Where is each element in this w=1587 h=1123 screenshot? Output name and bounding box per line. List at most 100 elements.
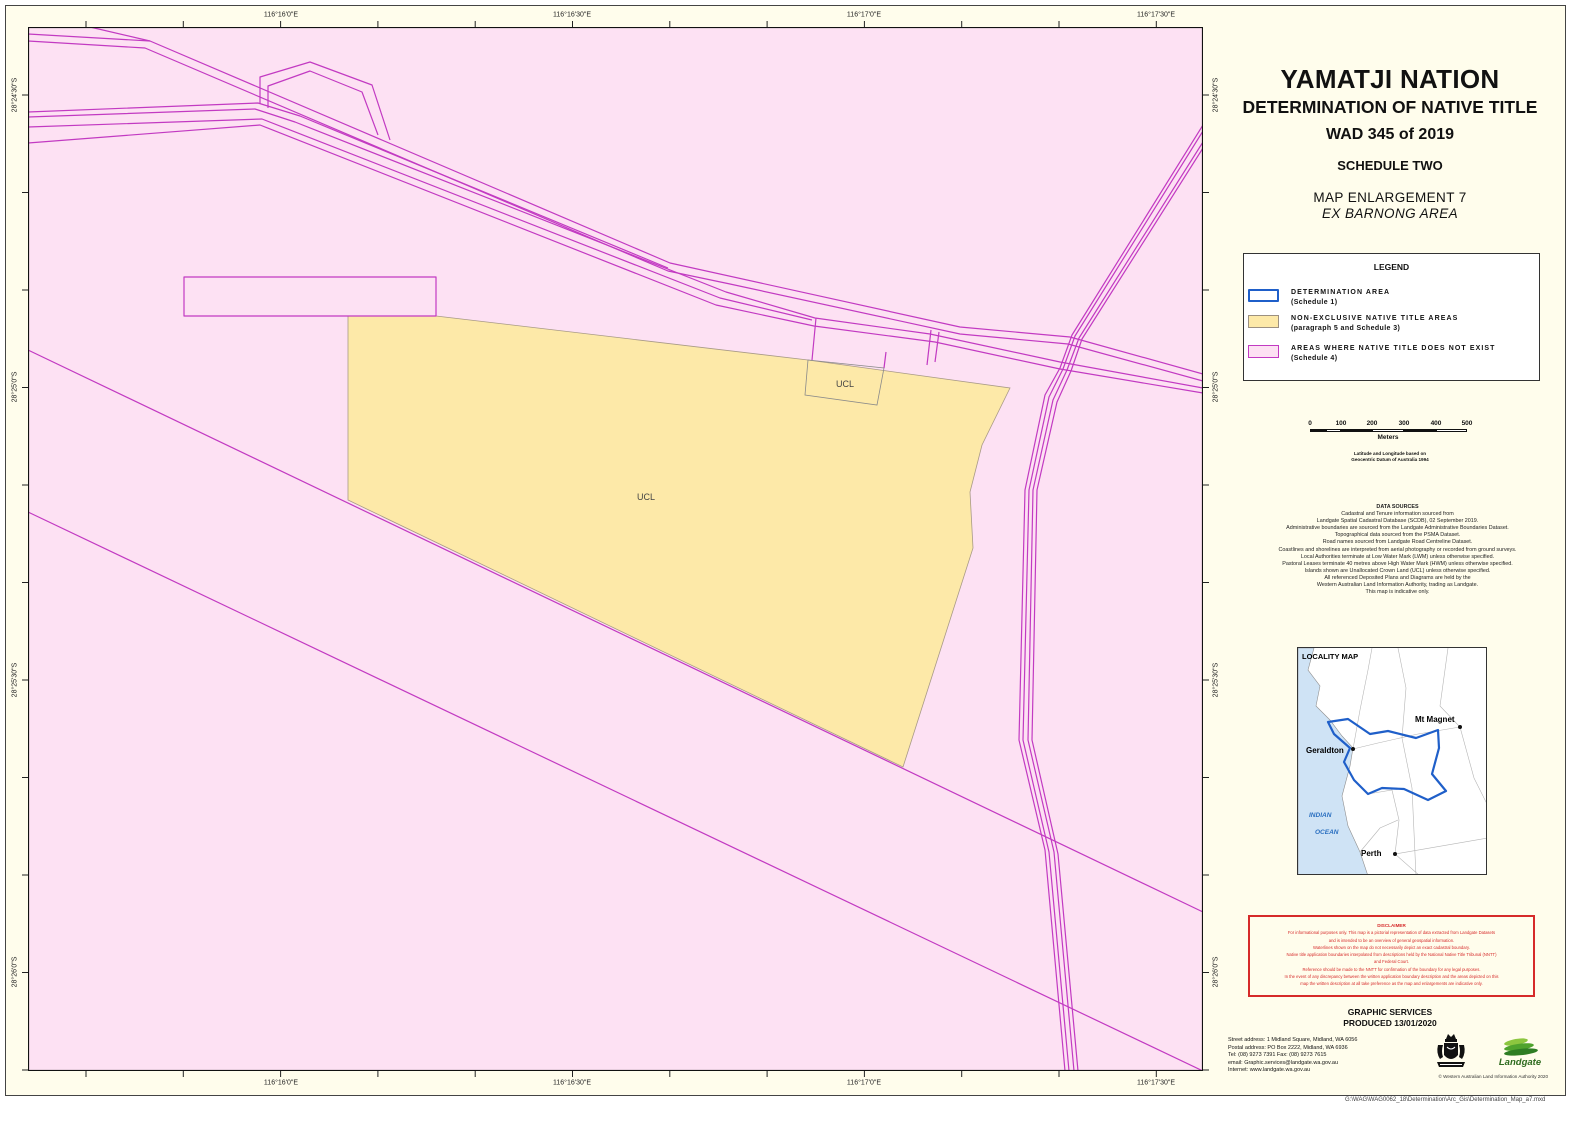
landgate-logo-text: Landgate xyxy=(1499,1057,1542,1068)
data-sources-line: Coastlines and shorelines are interprete… xyxy=(1278,546,1517,553)
copyright-note: © Western Australian Land Information Au… xyxy=(1438,1074,1548,1079)
producer-block: GRAPHIC SERVICES PRODUCED 13/01/2020 xyxy=(1290,1007,1490,1029)
ocean-label: INDIAN xyxy=(1309,812,1332,819)
scale-tick-label: 100 xyxy=(1335,420,1347,427)
data-sources-line: Islands shown are Unallocated Crown Land… xyxy=(1304,567,1491,574)
town-dot xyxy=(1458,725,1462,729)
file-path: G:\WAG\WAG0062_18\Determination\Arc_Gis\… xyxy=(1345,1097,1546,1103)
legend-item-sub: (paragraph 5 and Schedule 3) xyxy=(1291,324,1401,332)
scale-segment xyxy=(1310,429,1326,432)
locality-road xyxy=(1394,838,1486,855)
legend-item: DETERMINATION AREA (Schedule 1) xyxy=(1248,289,1533,311)
longitude-label: 116°16'30"E xyxy=(552,1079,592,1087)
disclaimer-line: Native title application boundaries inte… xyxy=(1286,952,1497,958)
disclaimer-heading: DISCLAIMER xyxy=(1377,923,1406,928)
scale-segment xyxy=(1326,429,1341,432)
ucl-label: UCL xyxy=(637,492,655,502)
latitude-label: 28°25'30"S xyxy=(11,662,19,698)
longitude-label: 116°16'0"E xyxy=(263,1079,299,1087)
disclaimer-line: Reference should be made to the NNTT for… xyxy=(1302,966,1481,972)
locality-road xyxy=(1439,648,1486,803)
landgate-logo: Landgate xyxy=(1499,1038,1542,1068)
legend-item: NON-EXCLUSIVE NATIVE TITLE AREAS (paragr… xyxy=(1248,315,1533,337)
data-sources-line: Administrative boundaries are sourced fr… xyxy=(1286,525,1509,532)
area-name: EX BARNONG AREA xyxy=(1321,206,1459,221)
scale-tick-label: 0 xyxy=(1308,420,1312,427)
disclaimer-line: and is intended to be an overview of gen… xyxy=(1328,937,1455,943)
legend-item-sub: (Schedule 1) xyxy=(1291,298,1338,306)
town-dot xyxy=(1351,747,1355,751)
latitude-label: 28°25'30"S xyxy=(1212,662,1220,698)
scale-segment xyxy=(1436,429,1467,432)
main-map-svg: UCL UCL xyxy=(28,27,1203,1071)
legend-item-sub: (Schedule 4) xyxy=(1291,354,1338,362)
place-label: Geraldton xyxy=(1306,746,1344,755)
longitude-label: 116°17'30"E xyxy=(1136,1079,1176,1087)
data-sources-line: This map is indicative only. xyxy=(1365,589,1430,596)
longitude-label: 116°17'0"E xyxy=(846,1079,882,1087)
scale-unit: Meters xyxy=(1377,434,1399,441)
data-sources-line: Cadastral and Tenure information sourced… xyxy=(1341,511,1454,518)
address-line: email: Graphic.services@landgate.wa.gov.… xyxy=(1228,1059,1339,1066)
data-sources-heading: DATA SOURCES xyxy=(1376,504,1419,510)
ucl-label: UCL xyxy=(836,379,854,389)
disclaimer-line: Waterlines shown on the map do not neces… xyxy=(1313,944,1470,950)
data-sources-line: Local Authorities terminate at Low Water… xyxy=(1300,553,1495,560)
datum-line: Geocentric Datum of Australia 1994 xyxy=(1351,457,1429,462)
data-sources-line: Topographical data sourced from the PSMA… xyxy=(1334,532,1461,539)
legend-item-label: DETERMINATION AREA xyxy=(1291,289,1391,296)
locality-road xyxy=(1352,726,1461,750)
producer-name: GRAPHIC SERVICES xyxy=(1347,1007,1433,1017)
latitude-label: 28°25'0"S xyxy=(1212,371,1220,403)
legend: LEGEND DETERMINATION AREA (Schedule 1) N… xyxy=(1243,253,1540,381)
produced-date: PRODUCED 13/01/2020 xyxy=(1343,1018,1437,1028)
coat-of-arms-icon xyxy=(1437,1034,1465,1067)
schedule-label: SCHEDULE TWO xyxy=(1337,158,1443,173)
data-sources-line: Western Australian Land Information Auth… xyxy=(1316,582,1479,589)
scale-segment xyxy=(1404,429,1436,432)
latitude-label: 28°24'30"S xyxy=(11,77,19,113)
legend-item: AREAS WHERE NATIVE TITLE DOES NOT EXIST … xyxy=(1248,345,1533,367)
data-sources-line: Landgate Spatial Cadastral Database (SCD… xyxy=(1316,518,1479,525)
map-subtitle: DETERMINATION OF NATIVE TITLE xyxy=(1242,97,1538,117)
locality-road xyxy=(1367,789,1400,855)
address-line: Postal address: PO Box 2222, Midland, WA… xyxy=(1228,1044,1348,1051)
locality-road xyxy=(1397,648,1417,874)
enlargement-label: MAP ENLARGEMENT 7 xyxy=(1313,190,1467,205)
longitude-label: 116°16'30"E xyxy=(552,11,592,19)
legend-item-label: NON-EXCLUSIVE NATIVE TITLE AREAS xyxy=(1291,315,1459,322)
latitude-label: 28°26'0"S xyxy=(11,956,19,988)
longitude-label: 116°17'30"E xyxy=(1136,11,1176,19)
data-sources-line: Road names sourced from Landgate Road Ce… xyxy=(1322,539,1473,546)
scale-tick-label: 500 xyxy=(1461,420,1473,427)
address-block: Street address: 1 Midland Square, Midlan… xyxy=(1228,1037,1357,1075)
latitude-label: 28°25'0"S xyxy=(11,371,19,403)
address-line: Street address: 1 Midland Square, Midlan… xyxy=(1228,1037,1358,1043)
locality-road xyxy=(1359,819,1399,853)
latitude-label: 28°26'0"S xyxy=(1212,956,1220,988)
disclaimer-line: and Federal Court. xyxy=(1374,959,1409,965)
data-sources-line: All referenced Deposited Plans and Diagr… xyxy=(1324,574,1471,581)
address-line: Internet: www.landgate.wa.gov.au xyxy=(1228,1067,1311,1073)
locality-map-svg: LOCALITY MAP Mt Magnet Geraldton Perth I… xyxy=(1298,648,1486,874)
town-dot xyxy=(1393,852,1397,856)
locality-map: LOCALITY MAP Mt Magnet Geraldton Perth I… xyxy=(1297,647,1487,875)
scale-tick-label: 300 xyxy=(1398,420,1410,427)
scale-segment xyxy=(1341,429,1372,432)
locality-road xyxy=(1394,853,1419,874)
locality-map-title: LOCALITY MAP xyxy=(1302,652,1358,661)
longitude-label: 116°17'0"E xyxy=(846,11,882,19)
scale-tick-label: 200 xyxy=(1366,420,1378,427)
place-label: Perth xyxy=(1361,849,1382,858)
data-sources-line: Pastoral Leases terminate 40 metres abov… xyxy=(1282,560,1513,567)
ocean-area xyxy=(1298,648,1368,874)
case-number: WAD 345 of 2019 xyxy=(1325,126,1455,143)
scale-tick-label: 400 xyxy=(1430,420,1442,427)
data-sources: DATA SOURCES Cadastral and Tenure inform… xyxy=(1230,504,1565,596)
disclaimer-line: For informational purposes only. This ma… xyxy=(1287,930,1496,936)
map-title: YAMATJI NATION xyxy=(1280,64,1500,94)
longitude-label: 116°16'0"E xyxy=(263,11,299,19)
determination-area-swatch xyxy=(1248,289,1279,302)
scale-segment xyxy=(1372,429,1404,432)
legend-title: LEGEND xyxy=(1373,262,1410,272)
